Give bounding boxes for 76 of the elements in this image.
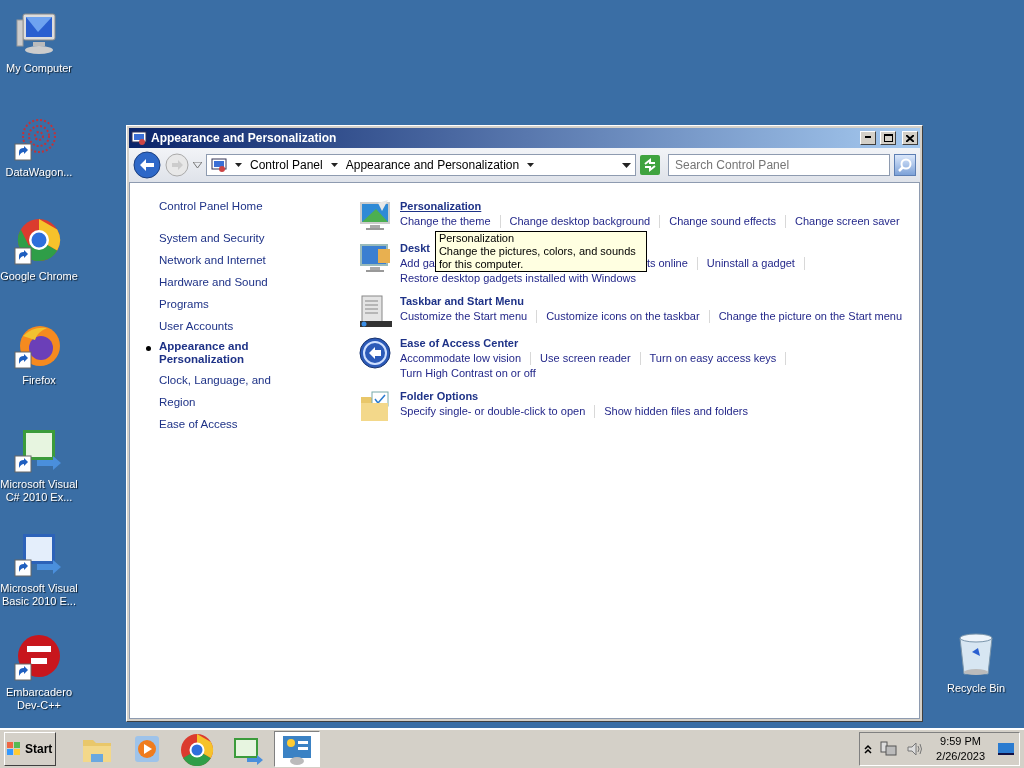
- task-link[interactable]: Customize the Start menu: [400, 309, 528, 324]
- task-link[interactable]: Turn on easy access keys: [649, 351, 777, 366]
- section-link[interactable]: Personalization: [400, 199, 900, 214]
- network-icon[interactable]: [880, 740, 899, 758]
- task-link[interactable]: Change screen saver: [795, 214, 900, 229]
- monitor-icon[interactable]: [358, 241, 392, 275]
- breadcrumb-item[interactable]: Appearance and Personalization: [345, 156, 520, 174]
- task-link[interactable]: Add ga: [400, 256, 435, 271]
- section-link[interactable]: Ease of Access Center: [400, 336, 796, 351]
- task-link[interactable]: Change the picture on the Start menu: [718, 309, 903, 324]
- refresh-icon: [640, 155, 660, 175]
- task-link[interactable]: Specify single- or double-click to open: [400, 404, 586, 419]
- refresh-button[interactable]: [640, 155, 660, 175]
- search-button[interactable]: [894, 154, 916, 176]
- close-icon: [906, 134, 914, 142]
- taskbar-button[interactable]: [274, 731, 320, 767]
- dropdown-arrow-icon[interactable]: [330, 163, 338, 167]
- section-link[interactable]: Folder Options: [400, 389, 748, 404]
- volume-icon[interactable]: [906, 740, 925, 758]
- icon-label[interactable]: DataWagon...: [5, 166, 73, 179]
- control-panel-icon: [211, 157, 227, 173]
- task-link[interactable]: Uninstall a gadget: [706, 256, 795, 271]
- icon-label[interactable]: Firefox: [22, 374, 56, 387]
- control-panel-icon: [131, 130, 147, 146]
- maximize-button[interactable]: [880, 131, 896, 145]
- icon-label[interactable]: Microsoft Visual C# 2010 Ex...: [0, 478, 78, 504]
- dropdown-arrow-icon[interactable]: [235, 163, 242, 167]
- icon-label[interactable]: Google Chrome: [0, 270, 78, 283]
- search-icon: [897, 157, 913, 173]
- task-link[interactable]: Change sound effects: [669, 214, 776, 229]
- task-link[interactable]: Customize icons on the taskbar: [546, 309, 700, 324]
- nav-link[interactable]: Appearance and Personalization: [159, 337, 309, 369]
- dropdown-arrow-icon[interactable]: [622, 162, 631, 168]
- task-link[interactable]: ts online: [646, 256, 688, 271]
- back-button[interactable]: [133, 151, 161, 179]
- document-icon[interactable]: [358, 294, 392, 328]
- task-link[interactable]: Restore desktop gadgets installed with Windows: [400, 271, 636, 286]
- maximize-icon: [883, 134, 893, 142]
- minimize-icon: [865, 135, 871, 138]
- icon-label[interactable]: Recycle Bin: [946, 682, 1006, 695]
- section-link[interactable]: Taskbar and Start Menu: [400, 294, 903, 309]
- nav-link[interactable]: Control Panel Home: [159, 195, 263, 217]
- window-title: Appearance and Personalization: [151, 130, 338, 147]
- show-desktop-icon[interactable]: [997, 741, 1015, 757]
- task-link[interactable]: Turn High Contrast on or off: [400, 366, 536, 381]
- address-field[interactable]: Control Panel Appearance and Personalization: [206, 154, 636, 176]
- nav-link[interactable]: Network and Internet: [159, 249, 266, 271]
- task-link[interactable]: Accommodate low vision: [400, 351, 522, 366]
- tooltip-text: Change the pictures, colors, and sounds for this computer.: [438, 245, 637, 271]
- tooltip-title: Personalization: [438, 232, 516, 245]
- chevron-up-icon[interactable]: [864, 744, 873, 754]
- close-button[interactable]: [902, 131, 918, 145]
- search-field[interactable]: Search Control Panel: [668, 154, 890, 176]
- nav-link[interactable]: Clock, Language, and Region: [159, 369, 309, 413]
- task-link[interactable]: Change the theme: [400, 214, 491, 229]
- accessibility-icon[interactable]: [358, 336, 392, 370]
- icon-label[interactable]: Embarcadero Dev-C++: [0, 686, 78, 712]
- nav-link[interactable]: User Accounts: [159, 315, 234, 337]
- icon-label[interactable]: Microsoft Visual Basic 2010 E...: [0, 582, 78, 608]
- breadcrumb-item[interactable]: Control Panel: [250, 156, 323, 174]
- task-link[interactable]: Show hidden files and folders: [604, 404, 748, 419]
- nav-link[interactable]: System and Security: [159, 227, 265, 249]
- nav-link[interactable]: Ease of Access: [159, 413, 238, 435]
- nav-link[interactable]: Hardware and Sound: [159, 271, 268, 293]
- windows-logo-icon: [7, 742, 21, 756]
- monitor-icon[interactable]: [358, 199, 392, 233]
- task-link[interactable]: Use screen reader: [540, 351, 631, 366]
- minimize-button[interactable]: [860, 131, 876, 145]
- bullet-icon: [146, 346, 151, 351]
- clock-date[interactable]: 2/26/2023: [936, 749, 985, 764]
- task-link[interactable]: Change desktop background: [509, 214, 651, 229]
- icon-label[interactable]: My Computer: [6, 62, 72, 75]
- nav-link[interactable]: Programs: [159, 293, 209, 315]
- clock-time[interactable]: 9:59 PM: [936, 734, 985, 749]
- dropdown-arrow-icon[interactable]: [527, 163, 535, 167]
- start-button[interactable]: Start: [4, 732, 56, 766]
